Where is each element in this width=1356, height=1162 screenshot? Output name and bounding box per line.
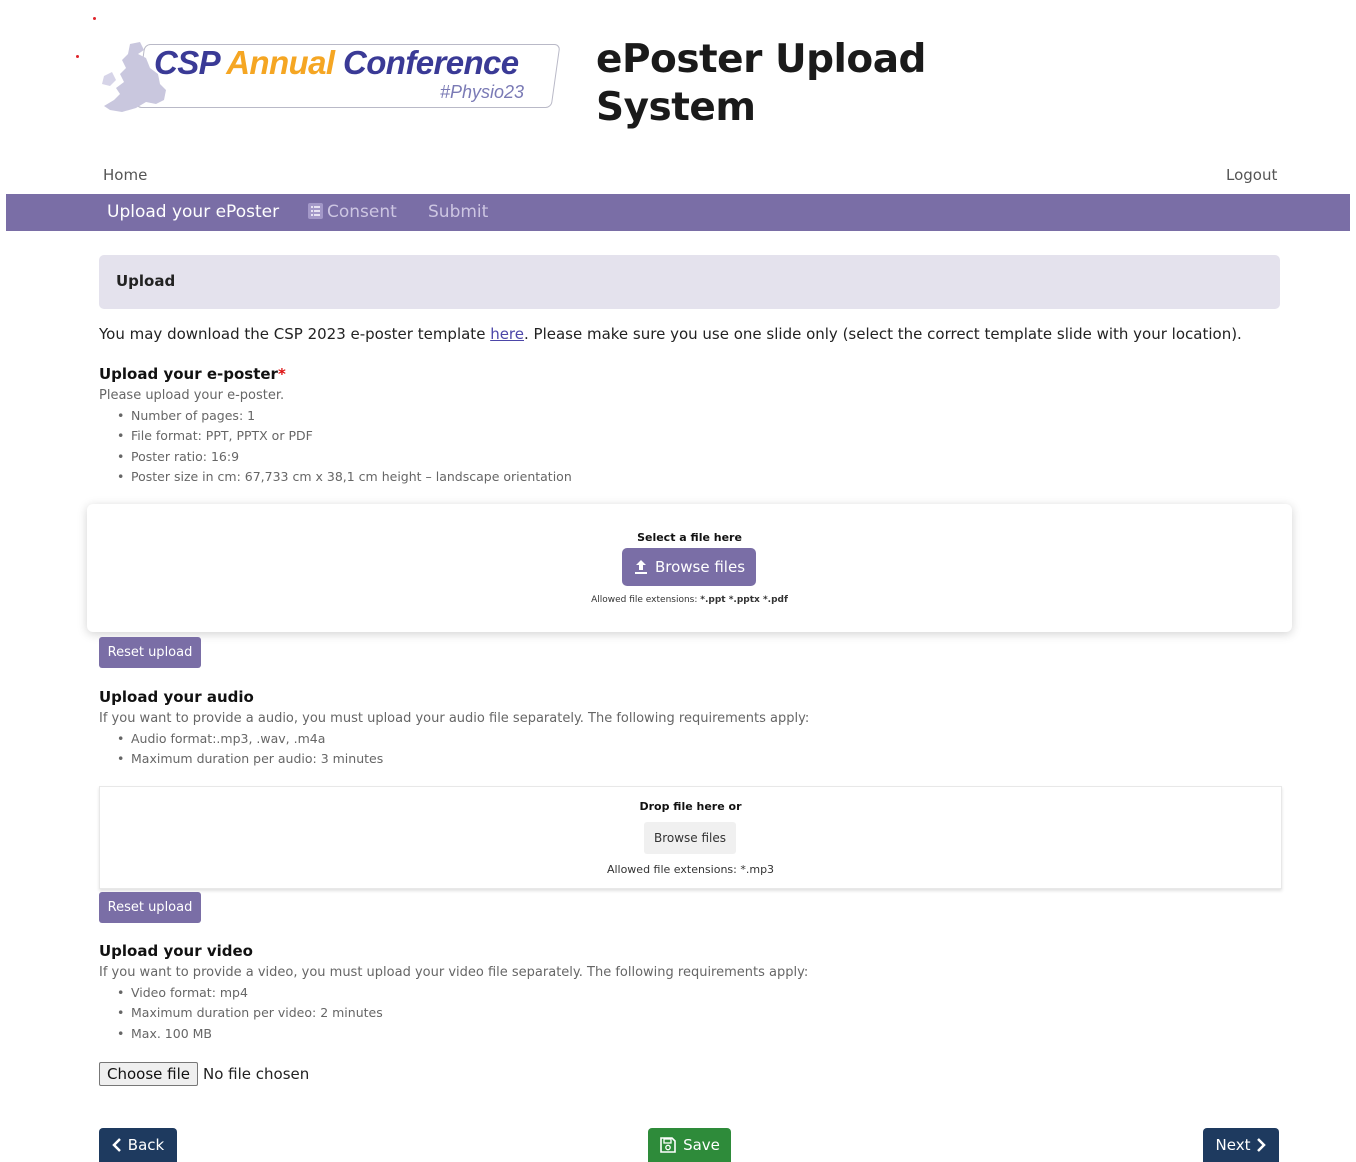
video-description: If you want to provide a video, you must…: [99, 965, 809, 980]
page-title: ePoster Upload System: [596, 37, 926, 130]
required-marker: *: [277, 365, 286, 383]
decorative-dot: [93, 17, 96, 20]
list-item: Number of pages: 1: [117, 406, 572, 426]
dropzone-heading: Drop file here or: [639, 800, 742, 813]
upload-section-header: Upload: [99, 255, 1280, 309]
floppy-disk-icon: [660, 1137, 676, 1153]
conference-logo[interactable]: CSP Annual Conference #Physio23: [100, 38, 561, 114]
audio-requirements: Audio format:.mp3, .wav, .m4a Maximum du…: [117, 729, 383, 770]
audio-browse-button[interactable]: Browse files: [644, 822, 736, 854]
list-item: Maximum duration per video: 2 minutes: [117, 1003, 383, 1023]
file-status: No file chosen: [203, 1065, 310, 1083]
save-button[interactable]: Save: [648, 1128, 731, 1162]
home-link[interactable]: Home: [103, 166, 147, 184]
list-item: Maximum duration per audio: 3 minutes: [117, 749, 383, 769]
logo-hashtag: #Physio23: [440, 82, 525, 102]
logo-title: CSP Annual Conference: [154, 44, 519, 81]
tab-submit[interactable]: Submit: [428, 202, 488, 222]
list-icon: [308, 203, 323, 219]
list-item: Poster ratio: 16:9: [117, 447, 572, 467]
tab-upload-eposter[interactable]: Upload your ePoster: [107, 202, 279, 222]
eposter-heading: Upload your e-poster*: [99, 365, 286, 383]
eposter-reset-button[interactable]: Reset upload: [99, 637, 201, 668]
audio-heading: Upload your audio: [99, 688, 254, 706]
chevron-left-icon: [112, 1138, 121, 1152]
section-title: Upload: [116, 272, 176, 290]
eposter-dropzone[interactable]: Select a file here Browse files Allowed …: [87, 504, 1292, 632]
dropzone-heading: Select a file here: [637, 531, 742, 544]
video-file-input: Choose file No file chosen: [99, 1062, 309, 1086]
decorative-dot: [76, 55, 79, 58]
chevron-right-icon: [1257, 1138, 1267, 1152]
step-navbar: Upload your ePoster Consent Submit: [6, 194, 1350, 231]
back-button[interactable]: Back: [99, 1128, 177, 1162]
audio-dropzone[interactable]: Drop file here or Browse files Allowed f…: [99, 786, 1282, 889]
template-download-link[interactable]: here: [490, 325, 524, 343]
list-item: Audio format:.mp3, .wav, .m4a: [117, 729, 383, 749]
list-item: Poster size in cm: 67,733 cm x 38,1 cm h…: [117, 467, 572, 487]
allowed-extensions: Allowed file extensions: *.ppt *.pptx *.…: [591, 595, 788, 605]
choose-file-button[interactable]: Choose file: [99, 1062, 198, 1086]
upload-icon: [634, 560, 647, 574]
video-heading: Upload your video: [99, 942, 253, 960]
eposter-requirements: Number of pages: 1 File format: PPT, PPT…: [117, 406, 572, 487]
eposter-description: Please upload your e-poster.: [99, 388, 285, 403]
audio-description: If you want to provide a audio, you must…: [99, 711, 810, 726]
list-item: Max. 100 MB: [117, 1024, 383, 1044]
video-requirements: Video format: mp4 Maximum duration per v…: [117, 983, 383, 1044]
eposter-browse-button[interactable]: Browse files: [622, 548, 756, 586]
list-item: Video format: mp4: [117, 983, 383, 1003]
intro-text: You may download the CSP 2023 e-poster t…: [99, 325, 1242, 343]
logout-link[interactable]: Logout: [1226, 166, 1277, 184]
tab-consent[interactable]: Consent: [308, 202, 397, 222]
next-button[interactable]: Next: [1203, 1128, 1279, 1162]
allowed-extensions: Allowed file extensions: *.mp3: [606, 863, 775, 876]
audio-reset-button[interactable]: Reset upload: [99, 892, 201, 923]
list-item: File format: PPT, PPTX or PDF: [117, 426, 572, 446]
